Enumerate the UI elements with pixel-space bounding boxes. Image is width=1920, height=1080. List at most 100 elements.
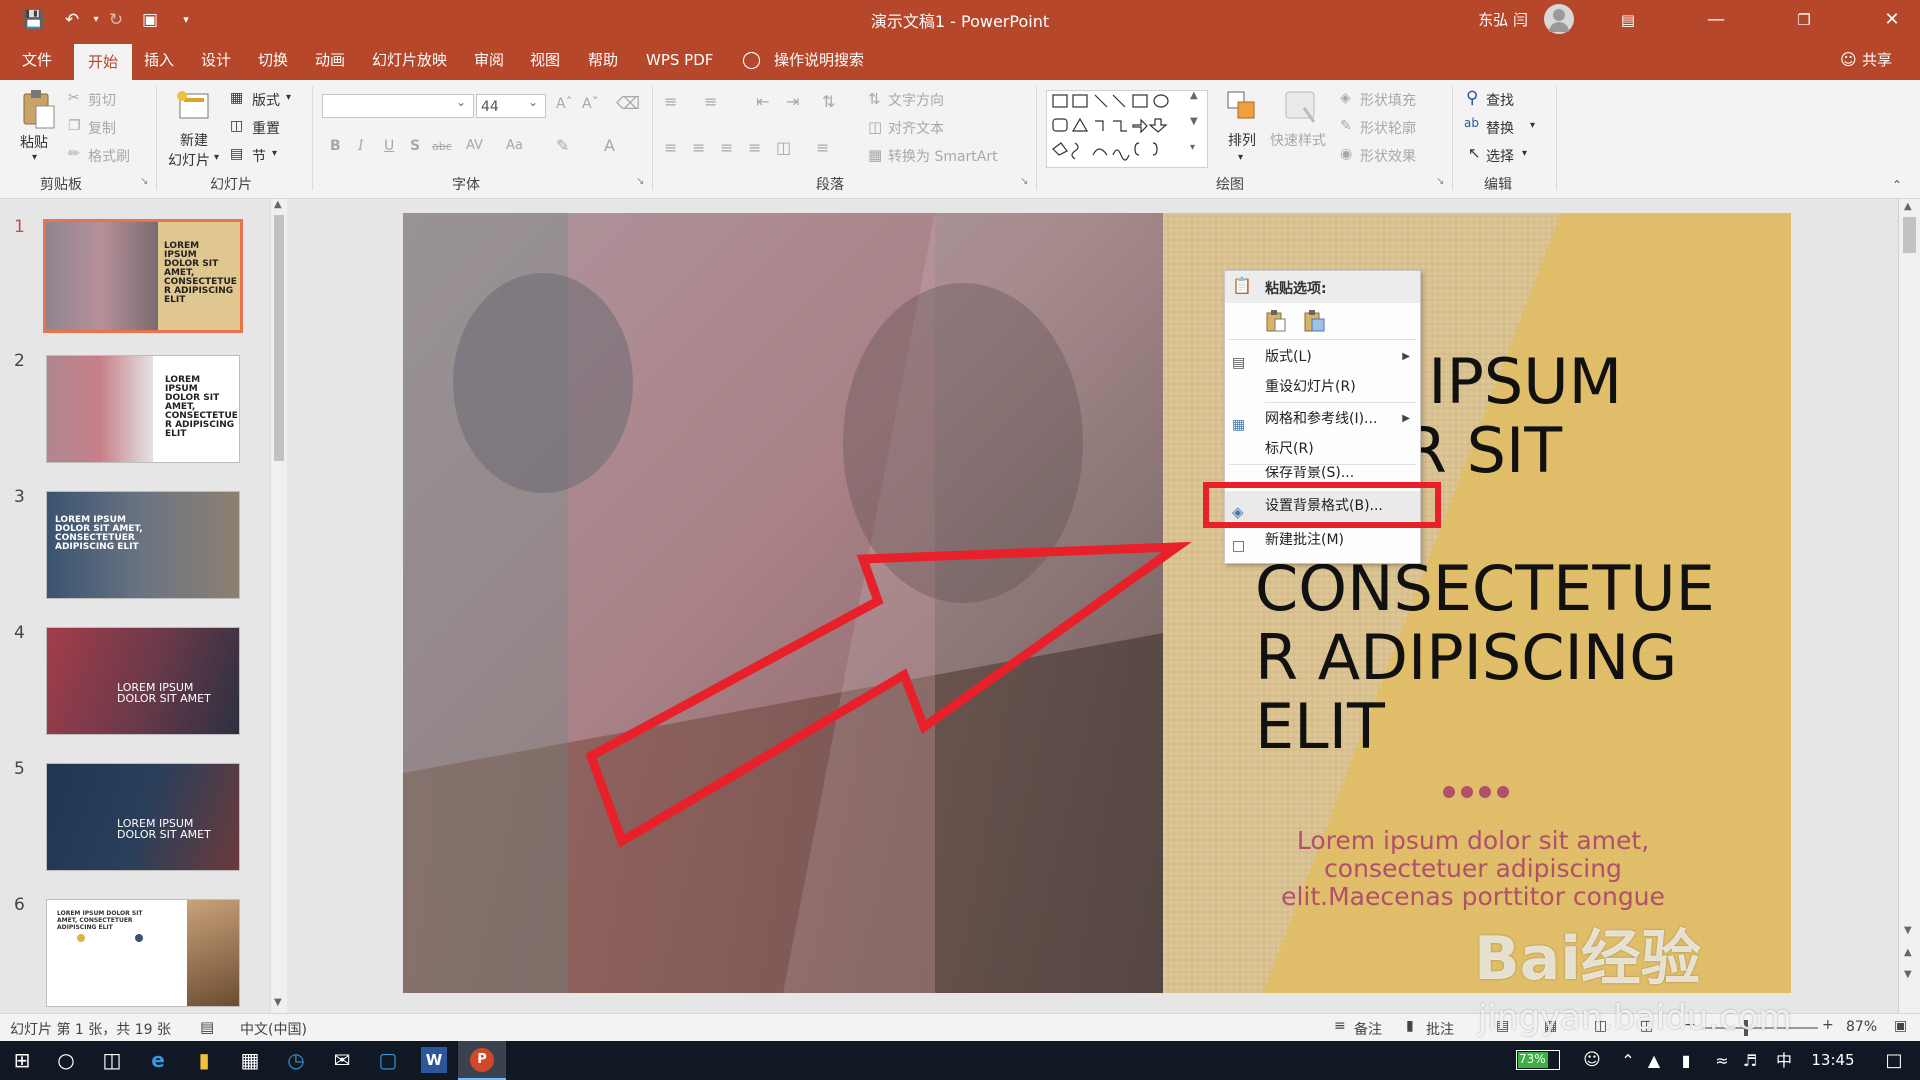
tab-help[interactable]: 帮助 bbox=[588, 40, 618, 80]
tell-me-search[interactable]: 操作说明搜索 bbox=[774, 40, 864, 80]
scroll-down-icon[interactable]: ▼ bbox=[1904, 925, 1912, 936]
paste-icon[interactable] bbox=[20, 88, 56, 130]
tab-animations[interactable]: 动画 bbox=[315, 40, 345, 80]
close-icon[interactable]: ✕ bbox=[1864, 0, 1920, 40]
tab-insert[interactable]: 插入 bbox=[144, 40, 174, 80]
fit-to-window-icon[interactable]: ▣ bbox=[1894, 1018, 1907, 1034]
mail-icon[interactable]: ✉ bbox=[320, 1041, 364, 1080]
section-dropdown-icon[interactable]: ▾ bbox=[272, 148, 277, 159]
ribbon-display-options-icon[interactable]: ▤ bbox=[1600, 0, 1656, 40]
select-dropdown-icon[interactable]: ▾ bbox=[1522, 148, 1527, 159]
notes-button[interactable]: 备注 bbox=[1354, 1019, 1382, 1039]
shapes-gallery[interactable] bbox=[1046, 90, 1208, 168]
replace-button[interactable]: 替换 bbox=[1486, 118, 1514, 138]
battery-icon[interactable]: 73% bbox=[1516, 1050, 1560, 1070]
user-name[interactable]: 东弘 闫 bbox=[1478, 9, 1528, 30]
thumbnail-scrollbar[interactable]: ▲ ▼ bbox=[270, 199, 287, 1013]
scroll-up-icon[interactable]: ▲ bbox=[274, 199, 282, 210]
gallery-scroll-down-icon[interactable]: ▼ bbox=[1190, 116, 1198, 127]
scroll-down-icon[interactable]: ▼ bbox=[274, 997, 282, 1008]
new-slide-dropdown-icon[interactable]: ▾ bbox=[214, 152, 219, 163]
tab-file[interactable]: 文件 bbox=[22, 40, 52, 80]
new-slide-button[interactable]: 幻灯片 bbox=[168, 150, 210, 170]
font-name-dropdown-icon[interactable]: ⌄ bbox=[456, 95, 466, 109]
menu-item-layout[interactable]: ▤ 版式(L) ▶ bbox=[1225, 342, 1420, 372]
zoom-level[interactable]: 87% bbox=[1846, 1019, 1877, 1035]
font-name-combo[interactable] bbox=[322, 94, 474, 118]
menu-item-reset-slide[interactable]: 重设幻灯片(R) bbox=[1225, 372, 1420, 402]
arrange-dropdown-icon[interactable]: ▾ bbox=[1238, 152, 1243, 163]
paste-as-picture-icon[interactable] bbox=[1303, 309, 1325, 333]
tab-transitions[interactable]: 切换 bbox=[258, 40, 288, 80]
store-icon[interactable]: ▦ bbox=[228, 1041, 272, 1080]
share-button[interactable]: 共享 bbox=[1862, 40, 1892, 80]
gallery-scroll-up-icon[interactable]: ▲ bbox=[1190, 90, 1198, 101]
clock[interactable]: 13:45 bbox=[1798, 1041, 1868, 1080]
restore-icon[interactable]: ❐ bbox=[1776, 0, 1832, 40]
paste-dropdown-icon[interactable]: ▾ bbox=[32, 152, 37, 163]
arrange-icon[interactable] bbox=[1226, 88, 1260, 128]
minimize-icon[interactable]: — bbox=[1688, 0, 1744, 40]
edge-icon[interactable]: e bbox=[136, 1041, 180, 1080]
tab-design[interactable]: 设计 bbox=[201, 40, 231, 80]
scroll-up-icon[interactable]: ▲ bbox=[1904, 201, 1912, 212]
slide-thumbnail-6[interactable]: LOREM IPSUM DOLOR SIT AMET, CONSECTETUER… bbox=[46, 899, 240, 1007]
comments-button[interactable]: 批注 bbox=[1426, 1019, 1454, 1039]
slide-thumbnail-1[interactable]: LOREM IPSUM DOLOR SIT AMET, CONSECTETUE … bbox=[43, 219, 243, 333]
new-slide-label[interactable]: 新建 bbox=[180, 130, 208, 150]
taskbar: ⊞ ○ ◫ e ▮ ▦ ◷ ✉ ▢ W P 73% ☺ ⌃ ▲ ▮ ≈ ♬ 中 … bbox=[0, 1041, 1920, 1080]
select-button[interactable]: 选择 bbox=[1486, 146, 1514, 166]
find-button[interactable]: 查找 bbox=[1486, 90, 1514, 110]
scroll-thumb[interactable] bbox=[274, 215, 284, 461]
slide-thumbnail-3[interactable]: LOREM IPSUM DOLOR SIT AMET, CONSECTETUER… bbox=[46, 491, 240, 599]
tab-slideshow[interactable]: 幻灯片放映 bbox=[372, 40, 447, 80]
slide-scrollbar[interactable]: ▲ ▼ ▲ ▼ bbox=[1898, 199, 1920, 1013]
paste-use-destination-theme-icon[interactable] bbox=[1265, 309, 1287, 333]
windows-start-icon[interactable]: ⊞ bbox=[0, 1041, 44, 1080]
replace-dropdown-icon[interactable]: ▾ bbox=[1530, 120, 1535, 131]
word-icon[interactable]: W bbox=[421, 1047, 447, 1073]
slide-thumbnail-5[interactable]: LOREM IPSUM DOLOR SIT AMET bbox=[46, 763, 240, 871]
menu-item-save-background[interactable]: 保存背景(S)... bbox=[1225, 466, 1420, 480]
tab-home[interactable]: 开始 bbox=[74, 44, 133, 80]
align-right-icon: ≡ bbox=[720, 138, 734, 157]
menu-item-new-comment[interactable]: □ 新建批注(M) bbox=[1225, 525, 1420, 555]
reset-button[interactable]: 重置 bbox=[252, 118, 280, 138]
language-indicator[interactable]: 中文(中国) bbox=[240, 1019, 307, 1039]
new-slide-icon[interactable] bbox=[174, 88, 214, 128]
spell-check-icon[interactable]: ▤ bbox=[200, 1018, 214, 1036]
previous-slide-icon[interactable]: ▲ bbox=[1904, 947, 1912, 958]
tab-view[interactable]: 视图 bbox=[530, 40, 560, 80]
font-launcher-icon[interactable]: ↘ bbox=[636, 176, 644, 187]
arrange-button[interactable]: 排列 bbox=[1228, 130, 1256, 150]
menu-item-ruler[interactable]: 标尺(R) bbox=[1225, 434, 1420, 464]
menu-item-grid-guides[interactable]: ▦ 网格和参考线(I)... ▶ bbox=[1225, 404, 1420, 434]
powerpoint-taskbar-button[interactable]: P bbox=[458, 1041, 506, 1080]
scroll-thumb[interactable] bbox=[1903, 217, 1916, 253]
layout-dropdown-icon[interactable]: ▾ bbox=[286, 92, 291, 103]
decrease-font-icon: Aˇ bbox=[582, 96, 599, 112]
task-view-icon[interactable]: ◫ bbox=[90, 1041, 134, 1080]
file-explorer-icon[interactable]: ▮ bbox=[182, 1041, 226, 1080]
layout-button[interactable]: 版式 bbox=[252, 90, 280, 110]
clipboard-launcher-icon[interactable]: ↘ bbox=[140, 176, 148, 187]
app-icon[interactable]: ▢ bbox=[366, 1041, 410, 1080]
font-size-dropdown-icon[interactable]: ⌄ bbox=[528, 95, 538, 109]
section-button[interactable]: 节 bbox=[252, 146, 266, 166]
drawing-launcher-icon[interactable]: ↘ bbox=[1436, 176, 1444, 187]
zoom-in-icon[interactable]: + bbox=[1822, 1017, 1834, 1033]
collapse-ribbon-icon[interactable]: ⌃ bbox=[1892, 178, 1902, 192]
avatar[interactable] bbox=[1544, 4, 1574, 34]
cortana-search-icon[interactable]: ○ bbox=[44, 1041, 88, 1080]
next-slide-icon[interactable]: ▼ bbox=[1904, 969, 1912, 980]
clock-app-icon[interactable]: ◷ bbox=[274, 1041, 318, 1080]
gallery-more-icon[interactable]: ▾ bbox=[1190, 142, 1195, 153]
tab-review[interactable]: 审阅 bbox=[474, 40, 504, 80]
slide-thumbnail-2[interactable]: LOREM IPSUM DOLOR SIT AMET, CONSECTETUE … bbox=[46, 355, 240, 463]
tab-wps-pdf[interactable]: WPS PDF bbox=[646, 40, 713, 80]
slide-canvas[interactable]: M IPSUM OR SIT , CONSECTETUE R ADIPISCIN… bbox=[403, 213, 1791, 993]
paste-button[interactable]: 粘贴 bbox=[20, 132, 48, 152]
paragraph-launcher-icon[interactable]: ↘ bbox=[1020, 176, 1028, 187]
slide-thumbnail-4[interactable]: LOREM IPSUM DOLOR SIT AMET bbox=[46, 627, 240, 735]
action-center-icon[interactable]: □ bbox=[1872, 1041, 1916, 1080]
